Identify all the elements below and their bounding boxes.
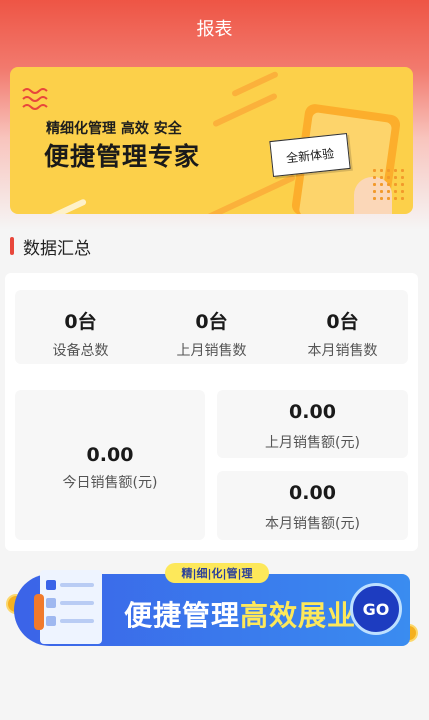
stat-value: 0台 [64, 311, 97, 333]
banner-pill: 精|细|化|管|理 [165, 563, 269, 583]
title-bar: 报表 [0, 0, 429, 56]
stat-value: 0台 [326, 311, 359, 333]
headline-part2: 高效展业 [240, 599, 357, 632]
today-sales-box: 0.00 今日销售额(元) [15, 390, 205, 540]
decor-stripe [212, 92, 278, 128]
stat-label: 上月销售数 [176, 343, 247, 359]
banner-subtitle: 精细化管理 高效 安全 [46, 121, 182, 137]
promo-banner-top[interactable]: 精细化管理 高效 安全 便捷管理专家 全新体验 [10, 67, 413, 214]
section-title: 数据汇总 [23, 238, 91, 259]
banner-headline: 便捷管理专家 [44, 142, 201, 171]
wave-decor-icon [22, 88, 48, 110]
headline-part1: 便捷管理 [124, 599, 241, 632]
section-accent-bar [10, 237, 14, 255]
dots-decor [371, 167, 407, 203]
person-illustration-icon [34, 594, 44, 630]
stat-value: 0台 [195, 311, 228, 333]
banner-headline-bottom: 便捷管理高效展业 [124, 594, 356, 634]
stat-last-month-sales-count: 0台 上月销售数 [146, 290, 277, 364]
document-illustration-icon [40, 570, 102, 644]
today-sales-value: 0.00 [86, 444, 134, 466]
last-month-sales-box: 0.00 上月销售额(元) [217, 390, 408, 458]
decor-stripe [193, 174, 297, 214]
summary-card: 0台 设备总数 0台 上月销售数 0台 本月销售数 0.00 今日销售额(元) … [5, 273, 418, 551]
stat-device-total: 0台 设备总数 [15, 290, 146, 364]
promo-banner-bottom[interactable]: 精|细|化|管|理 便捷管理高效展业 GO [0, 560, 429, 660]
today-sales-label: 今日销售额(元) [62, 475, 158, 491]
last-month-sales-label: 上月销售额(元) [265, 435, 360, 451]
go-button[interactable]: GO [350, 583, 402, 635]
stats-row: 0台 设备总数 0台 上月销售数 0台 本月销售数 [15, 290, 408, 364]
last-month-sales-value: 0.00 [289, 401, 336, 423]
this-month-sales-box: 0.00 本月销售额(元) [217, 471, 408, 540]
this-month-sales-label: 本月销售额(元) [265, 516, 360, 532]
stat-label: 设备总数 [52, 343, 109, 359]
decor-stripe [10, 198, 88, 214]
this-month-sales-value: 0.00 [289, 482, 336, 504]
section-header: 数据汇总 [10, 236, 91, 259]
stat-label: 本月销售数 [307, 343, 378, 359]
stat-this-month-sales-count: 0台 本月销售数 [277, 290, 408, 364]
page-title: 报表 [196, 19, 233, 40]
